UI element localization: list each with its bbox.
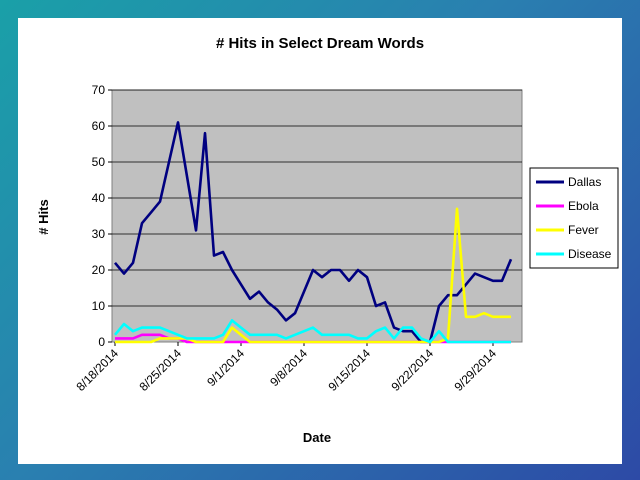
y-tick-label: 20 (92, 263, 106, 277)
y-tick-label: 30 (92, 227, 106, 241)
legend-label-dallas: Dallas (568, 175, 601, 189)
y-tick-label: 40 (92, 191, 106, 205)
line-chart: # Hits in Select Dream Words 0 10 20 30 40 50… (36, 35, 619, 445)
x-tick-label: 8/25/2014 (136, 346, 184, 394)
y-axis-title: # Hits (36, 199, 51, 234)
x-tick-label: 9/15/2014 (325, 346, 373, 394)
x-tick-label: 8/18/2014 (73, 346, 121, 394)
x-axis-ticks: 8/18/2014 8/25/2014 9/1/2014 9/8/2014 9/15/2… (73, 342, 499, 394)
y-tick-label: 60 (92, 119, 106, 133)
slide-frame: # Hits in Select Dream Words 0 10 20 30 40 50… (18, 18, 622, 464)
legend-label-fever: Fever (568, 223, 599, 237)
y-tick-label: 0 (98, 335, 105, 349)
y-tick-label: 70 (92, 83, 106, 97)
x-tick-label: 9/8/2014 (267, 346, 310, 389)
chart-title: # Hits in Select Dream Words (216, 35, 424, 52)
legend-label-disease: Disease (568, 247, 612, 261)
x-tick-label: 9/22/2014 (388, 346, 436, 394)
plot-area (111, 89, 523, 343)
x-tick-label: 9/1/2014 (204, 346, 247, 389)
x-axis-title: Date (303, 430, 331, 445)
y-axis-ticks: 0 10 20 30 40 50 60 70 (92, 83, 112, 349)
y-tick-label: 10 (92, 299, 106, 313)
legend: Dallas Ebola Fever Disease (529, 167, 619, 269)
legend-label-ebola: Ebola (568, 199, 599, 213)
x-tick-label: 9/29/2014 (451, 346, 499, 394)
y-tick-label: 50 (92, 155, 106, 169)
